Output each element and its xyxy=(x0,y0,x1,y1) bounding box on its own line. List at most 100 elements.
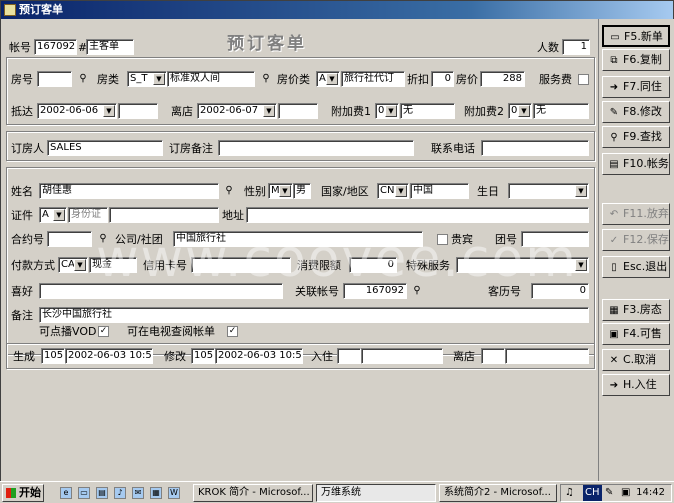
sidebar-button-4[interactable]: ✎ F8.修改 xyxy=(602,101,670,123)
media-icon[interactable]: ♪ xyxy=(114,487,126,499)
birthday-label: 生日 xyxy=(477,185,499,198)
extra2-code-select[interactable]: 0 ▼ xyxy=(508,103,532,119)
guests-label: 人数 xyxy=(537,41,559,54)
sidebar-button-8[interactable]: ✓ F12.保存 xyxy=(602,229,670,251)
history-label: 客历号 xyxy=(488,285,521,298)
cert-code-select[interactable]: A ▼ xyxy=(39,207,67,223)
sidebar-button-13[interactable]: ➔ H.入住 xyxy=(602,374,670,396)
sidebar-button-11[interactable]: ▣ F4.可售 xyxy=(602,323,670,345)
company-field[interactable]: 中国旅行社 xyxy=(173,231,423,247)
checkout-user-field xyxy=(481,348,505,364)
outlook-icon[interactable]: ✉ xyxy=(132,487,144,499)
linked-label: 关联帐号 xyxy=(295,285,339,298)
sidebar-button-label: F9.查找 xyxy=(623,130,662,143)
arrive-date-picker[interactable]: 2002-06-06 ▼ xyxy=(37,103,117,119)
ime-indicator[interactable]: CH xyxy=(583,485,602,501)
sidebar-button-6[interactable]: ▤ F10.帐务 xyxy=(602,153,670,175)
phone-field[interactable] xyxy=(481,140,589,156)
depart-date-picker[interactable]: 2002-06-07 ▼ xyxy=(197,103,277,119)
group-label: 团号 xyxy=(495,233,517,246)
ime-icon[interactable]: ✎ xyxy=(605,485,613,501)
room-type-lookup-icon[interactable]: ⚲ xyxy=(259,72,273,85)
created-user-field: 105 xyxy=(41,348,65,364)
booker-label: 订房人 xyxy=(11,142,44,155)
vod-checkbox[interactable]: ✓ xyxy=(98,326,109,337)
task-button-wanwei[interactable]: 万维系统 xyxy=(316,484,436,502)
card-field[interactable] xyxy=(191,257,291,273)
guests-field[interactable]: 1 xyxy=(562,39,590,55)
room-type-code-select[interactable]: S_T ▼ xyxy=(127,71,167,87)
discount-field[interactable]: 0 xyxy=(431,71,454,87)
chevron-down-icon: ▼ xyxy=(395,185,407,197)
start-button[interactable]: 开始 xyxy=(2,484,44,502)
remark-label: 备注 xyxy=(11,309,33,322)
payment-code-select[interactable]: CA ▼ xyxy=(58,257,88,273)
group-field[interactable] xyxy=(521,231,589,247)
desktop-icon[interactable]: ▭ xyxy=(78,487,90,499)
extra1-code-select[interactable]: 0 ▼ xyxy=(375,103,399,119)
linked-account-field[interactable]: 167092 xyxy=(343,283,407,299)
history-field[interactable]: 0 xyxy=(531,283,589,299)
booking-note-field[interactable] xyxy=(218,140,414,156)
gender-code-select[interactable]: M ▼ xyxy=(268,183,293,199)
limit-field[interactable]: 0 xyxy=(349,257,397,273)
contract-field[interactable] xyxy=(47,231,92,247)
ie-icon[interactable]: e xyxy=(60,487,72,499)
window-title: 预订客单 xyxy=(19,3,63,16)
modified-user-field: 105 xyxy=(191,348,215,364)
vip-checkbox[interactable] xyxy=(437,234,448,245)
arrive-extra-field[interactable] xyxy=(118,103,158,119)
sidebar-button-10[interactable]: ▦ F3.房态 xyxy=(602,299,670,321)
clock: 14:42 xyxy=(636,487,665,498)
new-doc-icon: ▭ xyxy=(610,32,620,43)
service-fee-checkbox[interactable] xyxy=(578,74,589,85)
extra1-label: 附加费1 xyxy=(331,105,371,118)
volume-icon[interactable]: ♫ xyxy=(565,485,574,501)
address-field[interactable] xyxy=(246,207,589,223)
word-shortcut-icon[interactable]: W xyxy=(168,487,180,499)
chevron-down-icon: ▼ xyxy=(263,105,275,117)
app-shortcut-icon[interactable]: ▦ xyxy=(150,487,162,499)
sidebar-button-5[interactable]: ⚲ F9.查找 xyxy=(602,126,670,148)
network-icon[interactable]: ▣ xyxy=(621,485,630,501)
sidebar-button-9[interactable]: ▯ Esc.退出 xyxy=(602,256,670,278)
country-value-field: 中国 xyxy=(410,183,469,199)
account-field[interactable]: 167092 xyxy=(34,39,77,55)
sidebar-button-3[interactable]: ➜ F7.同住 xyxy=(602,76,670,98)
window-titlebar[interactable]: 预订客单 xyxy=(1,1,673,19)
special-service-select[interactable]: ▼ xyxy=(456,257,589,273)
extra2-label: 附加费2 xyxy=(464,105,504,118)
price-type-code-select[interactable]: A ▼ xyxy=(316,71,340,87)
depart-extra-field[interactable] xyxy=(278,103,318,119)
hobby-field[interactable] xyxy=(39,283,283,299)
name-label: 姓名 xyxy=(11,185,33,198)
room-no-field[interactable] xyxy=(37,71,72,87)
guest-lookup-icon[interactable]: ⚲ xyxy=(222,184,236,197)
task-button-krok[interactable]: KROK 简介 - Microsof... xyxy=(193,484,313,502)
booker-field[interactable]: SALES xyxy=(47,140,163,156)
explorer-icon[interactable]: ▤ xyxy=(96,487,108,499)
sidebar-button-7[interactable]: ↶ F11.放弃 xyxy=(602,203,670,225)
task-button-intro2[interactable]: 系统简介2 - Microsof... xyxy=(439,484,557,502)
sidebar-button-1[interactable]: ▭ F5.新单 xyxy=(602,25,670,47)
room-price-field[interactable]: 288 xyxy=(480,71,525,87)
checkout-time-field xyxy=(505,348,589,364)
sidebar-button-2[interactable]: ⧉ F6.复制 xyxy=(602,49,670,71)
available-icon: ▣ xyxy=(609,329,619,340)
remark-field[interactable]: 长沙中国旅行社 xyxy=(39,307,589,323)
contract-lookup-icon[interactable]: ⚲ xyxy=(96,232,110,245)
discard-icon: ↶ xyxy=(609,209,619,220)
linked-lookup-icon[interactable]: ⚲ xyxy=(410,284,424,297)
name-field[interactable]: 胡佳惠 xyxy=(39,183,219,199)
room-lookup-icon[interactable]: ⚲ xyxy=(76,72,90,85)
cert-number-field[interactable] xyxy=(109,207,219,223)
main-order-field: 主客单 xyxy=(86,39,134,55)
tv-bill-checkbox[interactable]: ✓ xyxy=(227,326,238,337)
chevron-down-icon: ▼ xyxy=(518,105,530,117)
sidebar-button-12[interactable]: ✕ C.取消 xyxy=(602,349,670,371)
birthday-date-picker[interactable]: ▼ xyxy=(508,183,589,199)
country-code-select[interactable]: CN ▼ xyxy=(377,183,409,199)
sidebar-button-label: F5.新单 xyxy=(624,30,663,43)
modified-label: 修改 xyxy=(164,350,186,363)
payment-label: 付款方式 xyxy=(11,259,55,272)
